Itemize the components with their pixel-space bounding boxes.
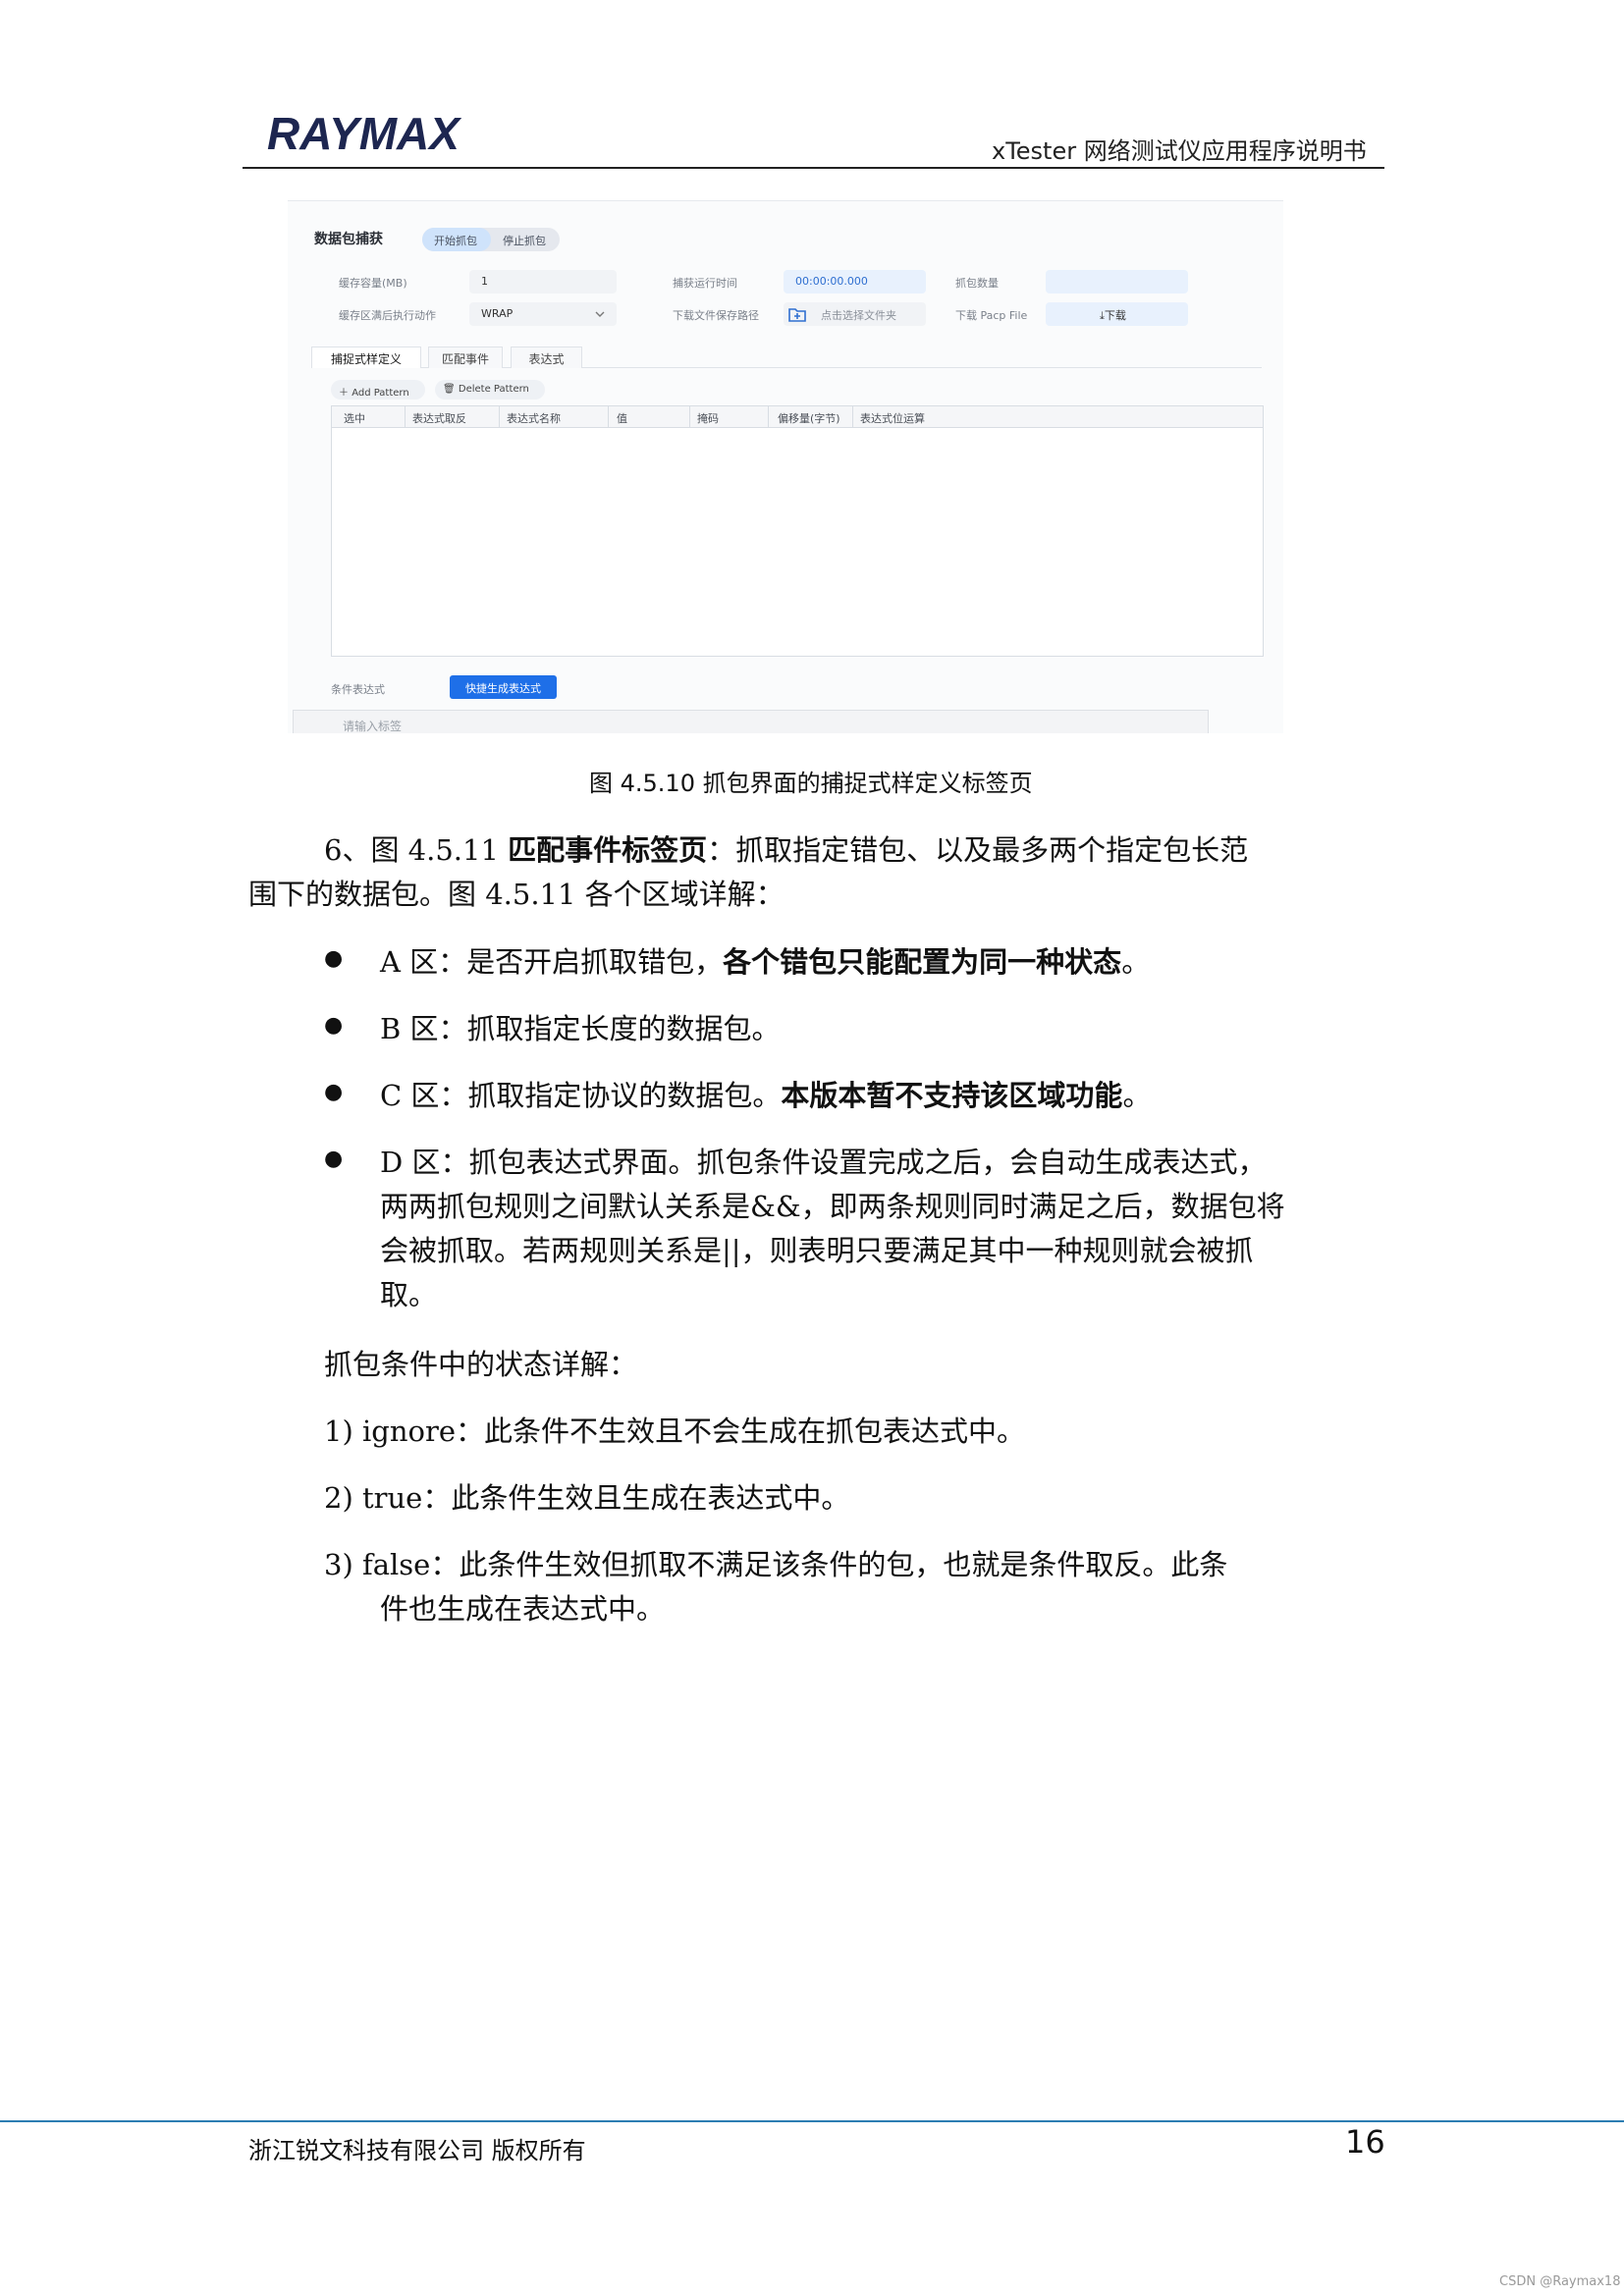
bullet-b: B 区：抓取指定长度的数据包。 bbox=[380, 1012, 781, 1045]
brand-text: RAYMAX bbox=[267, 108, 461, 155]
folder-plus-icon bbox=[788, 308, 806, 322]
state-false-line-1: 3) false：此条件生效但抓取不满足该条件的包，也就是条件取反。此条 bbox=[324, 1548, 1228, 1581]
bullet-a: A 区：是否开启抓取错包，各个错包只能配置为同一种状态。 bbox=[380, 939, 1150, 981]
bullet-dot: ● bbox=[324, 1013, 344, 1038]
bullet-a-prefix: A 区：是否开启抓取错包， bbox=[380, 945, 724, 979]
download-label: 下载 bbox=[1104, 309, 1126, 322]
buffer-label: 缓存容量(MB) bbox=[339, 277, 407, 290]
intro-prefix: 6、图 4.5.11 bbox=[324, 833, 509, 867]
capture-title: 数据包捕获 bbox=[314, 232, 383, 247]
bullet-d-line-1: D 区：抓包表达式界面。抓包条件设置完成之后，会自动生成表达式， bbox=[380, 1146, 1267, 1179]
run-time-label: 捕获运行时间 bbox=[673, 277, 737, 290]
col-mask: 掩码 bbox=[697, 412, 719, 425]
footer-rule bbox=[0, 2120, 1624, 2122]
start-capture-button[interactable]: 开始抓包 bbox=[434, 233, 477, 248]
bullet-c: C 区：抓取指定协议的数据包。本版本暂不支持该区域功能。 bbox=[380, 1073, 1151, 1114]
col-selected: 选中 bbox=[344, 412, 365, 425]
footer-company: 浙江锐文科技有限公司 版权所有 bbox=[248, 2137, 586, 2164]
pattern-table: 选中 表达式取反 表达式名称 值 掩码 偏移量(字节) 表达式位运算 bbox=[331, 405, 1264, 657]
raymax-logo: RAYMAX bbox=[267, 108, 461, 155]
doc-title: xTester 网络测试仪应用程序说明书 bbox=[992, 137, 1367, 165]
delete-pattern-button[interactable]: 🗑 Delete Pattern bbox=[435, 380, 545, 400]
tab-pattern-definition[interactable]: 捕捉式样定义 bbox=[311, 347, 421, 368]
header-rule bbox=[243, 167, 1384, 169]
capture-screenshot: 数据包捕获 开始抓包 停止抓包 缓存容量(MB) 1 缓存区满后执行动作 WRA… bbox=[288, 200, 1283, 733]
delete-pattern-label: Delete Pattern bbox=[458, 384, 529, 395]
full-action-value: WRAP bbox=[481, 307, 514, 320]
chevron-down-icon bbox=[595, 311, 605, 317]
tab-match-events[interactable]: 匹配事件 bbox=[428, 347, 503, 368]
full-action-select[interactable]: WRAP bbox=[469, 302, 617, 326]
intro-suffix: ：抓取指定错包、以及最多两个指定包长范 bbox=[707, 833, 1249, 867]
plus-icon: ＋ bbox=[339, 388, 352, 399]
choose-folder-text: 点击选择文件夹 bbox=[821, 309, 896, 322]
intro-line-2: 围下的数据包。图 4.5.11 各个区域详解： bbox=[248, 878, 785, 911]
packet-count-label: 抓包数量 bbox=[955, 277, 999, 290]
state-false-line-2: 件也生成在表达式中。 bbox=[380, 1592, 666, 1626]
state-true: 2) true：此条件生效且生成在表达式中。 bbox=[324, 1481, 850, 1515]
download-button[interactable]: ⤓下载 bbox=[1046, 302, 1188, 326]
bullet-d-line-2: 两两抓包规则之间默认关系是&&，即两条规则同时满足之后，数据包将 bbox=[380, 1190, 1285, 1223]
add-pattern-button[interactable]: ＋ Add Pattern bbox=[331, 380, 425, 400]
figure-caption: 图 4.5.10 抓包界面的捕捉式样定义标签页 bbox=[589, 770, 1033, 797]
states-heading: 抓包条件中的状态详解： bbox=[324, 1348, 638, 1381]
bullet-a-bold: 各个错包只能配置为同一种状态 bbox=[723, 945, 1122, 979]
capture-toggle: 开始抓包 停止抓包 bbox=[422, 228, 560, 251]
packet-count-field bbox=[1046, 270, 1188, 294]
buffer-input[interactable]: 1 bbox=[469, 270, 617, 294]
cond-expr-label: 条件表达式 bbox=[331, 683, 385, 696]
bullet-c-bold: 本版本暂不支持该区域功能 bbox=[781, 1079, 1123, 1112]
bullet-c-suffix: 。 bbox=[1122, 1079, 1152, 1112]
full-action-label: 缓存区满后执行动作 bbox=[339, 309, 436, 322]
state-ignore: 1) ignore：此条件不生效且不会生成在抓包表达式中。 bbox=[324, 1415, 1025, 1448]
bullet-a-suffix: 。 bbox=[1121, 945, 1151, 979]
bullet-d-line-4: 取。 bbox=[380, 1278, 438, 1311]
col-negate: 表达式取反 bbox=[412, 412, 466, 425]
run-time-field: 00:00:00.000 bbox=[784, 270, 926, 294]
bullet-dot: ● bbox=[324, 1147, 344, 1171]
expression-placeholder: 请输入标签 bbox=[343, 720, 403, 733]
pcap-label: 下载 Pacp File bbox=[955, 309, 1028, 322]
bullet-c-prefix: C 区：抓取指定协议的数据包。 bbox=[380, 1079, 782, 1112]
col-value: 值 bbox=[617, 412, 627, 425]
stop-capture-button[interactable]: 停止抓包 bbox=[503, 233, 546, 248]
expression-input[interactable]: 请输入标签 bbox=[293, 710, 1209, 733]
generate-expression-button[interactable]: 快捷生成表达式 bbox=[450, 675, 557, 699]
bullet-dot: ● bbox=[324, 1080, 344, 1104]
save-path-label: 下载文件保存路径 bbox=[673, 309, 759, 322]
bullet-dot: ● bbox=[324, 946, 344, 971]
col-bitop: 表达式位运算 bbox=[860, 412, 925, 425]
buffer-value: 1 bbox=[481, 275, 488, 288]
intro-bold: 匹配事件标签页 bbox=[508, 833, 708, 867]
choose-folder-field[interactable]: 点击选择文件夹 bbox=[784, 302, 926, 326]
watermark: CSDN @Raymax18 bbox=[1499, 2274, 1621, 2289]
col-offset: 偏移量(字节) bbox=[778, 412, 840, 425]
bullet-d-line-3: 会被抓取。若两规则关系是||，则表明只要满足其中一种规则就会被抓 bbox=[380, 1234, 1254, 1267]
table-header: 选中 表达式取反 表达式名称 值 掩码 偏移量(字节) 表达式位运算 bbox=[332, 406, 1263, 428]
add-pattern-label: Add Pattern bbox=[352, 388, 409, 399]
tab-expression[interactable]: 表达式 bbox=[511, 347, 582, 368]
page-number: 16 bbox=[1345, 2123, 1385, 2161]
run-time-value: 00:00:00.000 bbox=[795, 275, 868, 288]
download-text: ⤓下载 bbox=[1100, 309, 1126, 322]
trash-icon: 🗑 bbox=[443, 384, 459, 395]
intro-line-1: 6、图 4.5.11 匹配事件标签页：抓取指定错包、以及最多两个指定包长范 bbox=[324, 828, 1248, 869]
col-name: 表达式名称 bbox=[507, 412, 561, 425]
